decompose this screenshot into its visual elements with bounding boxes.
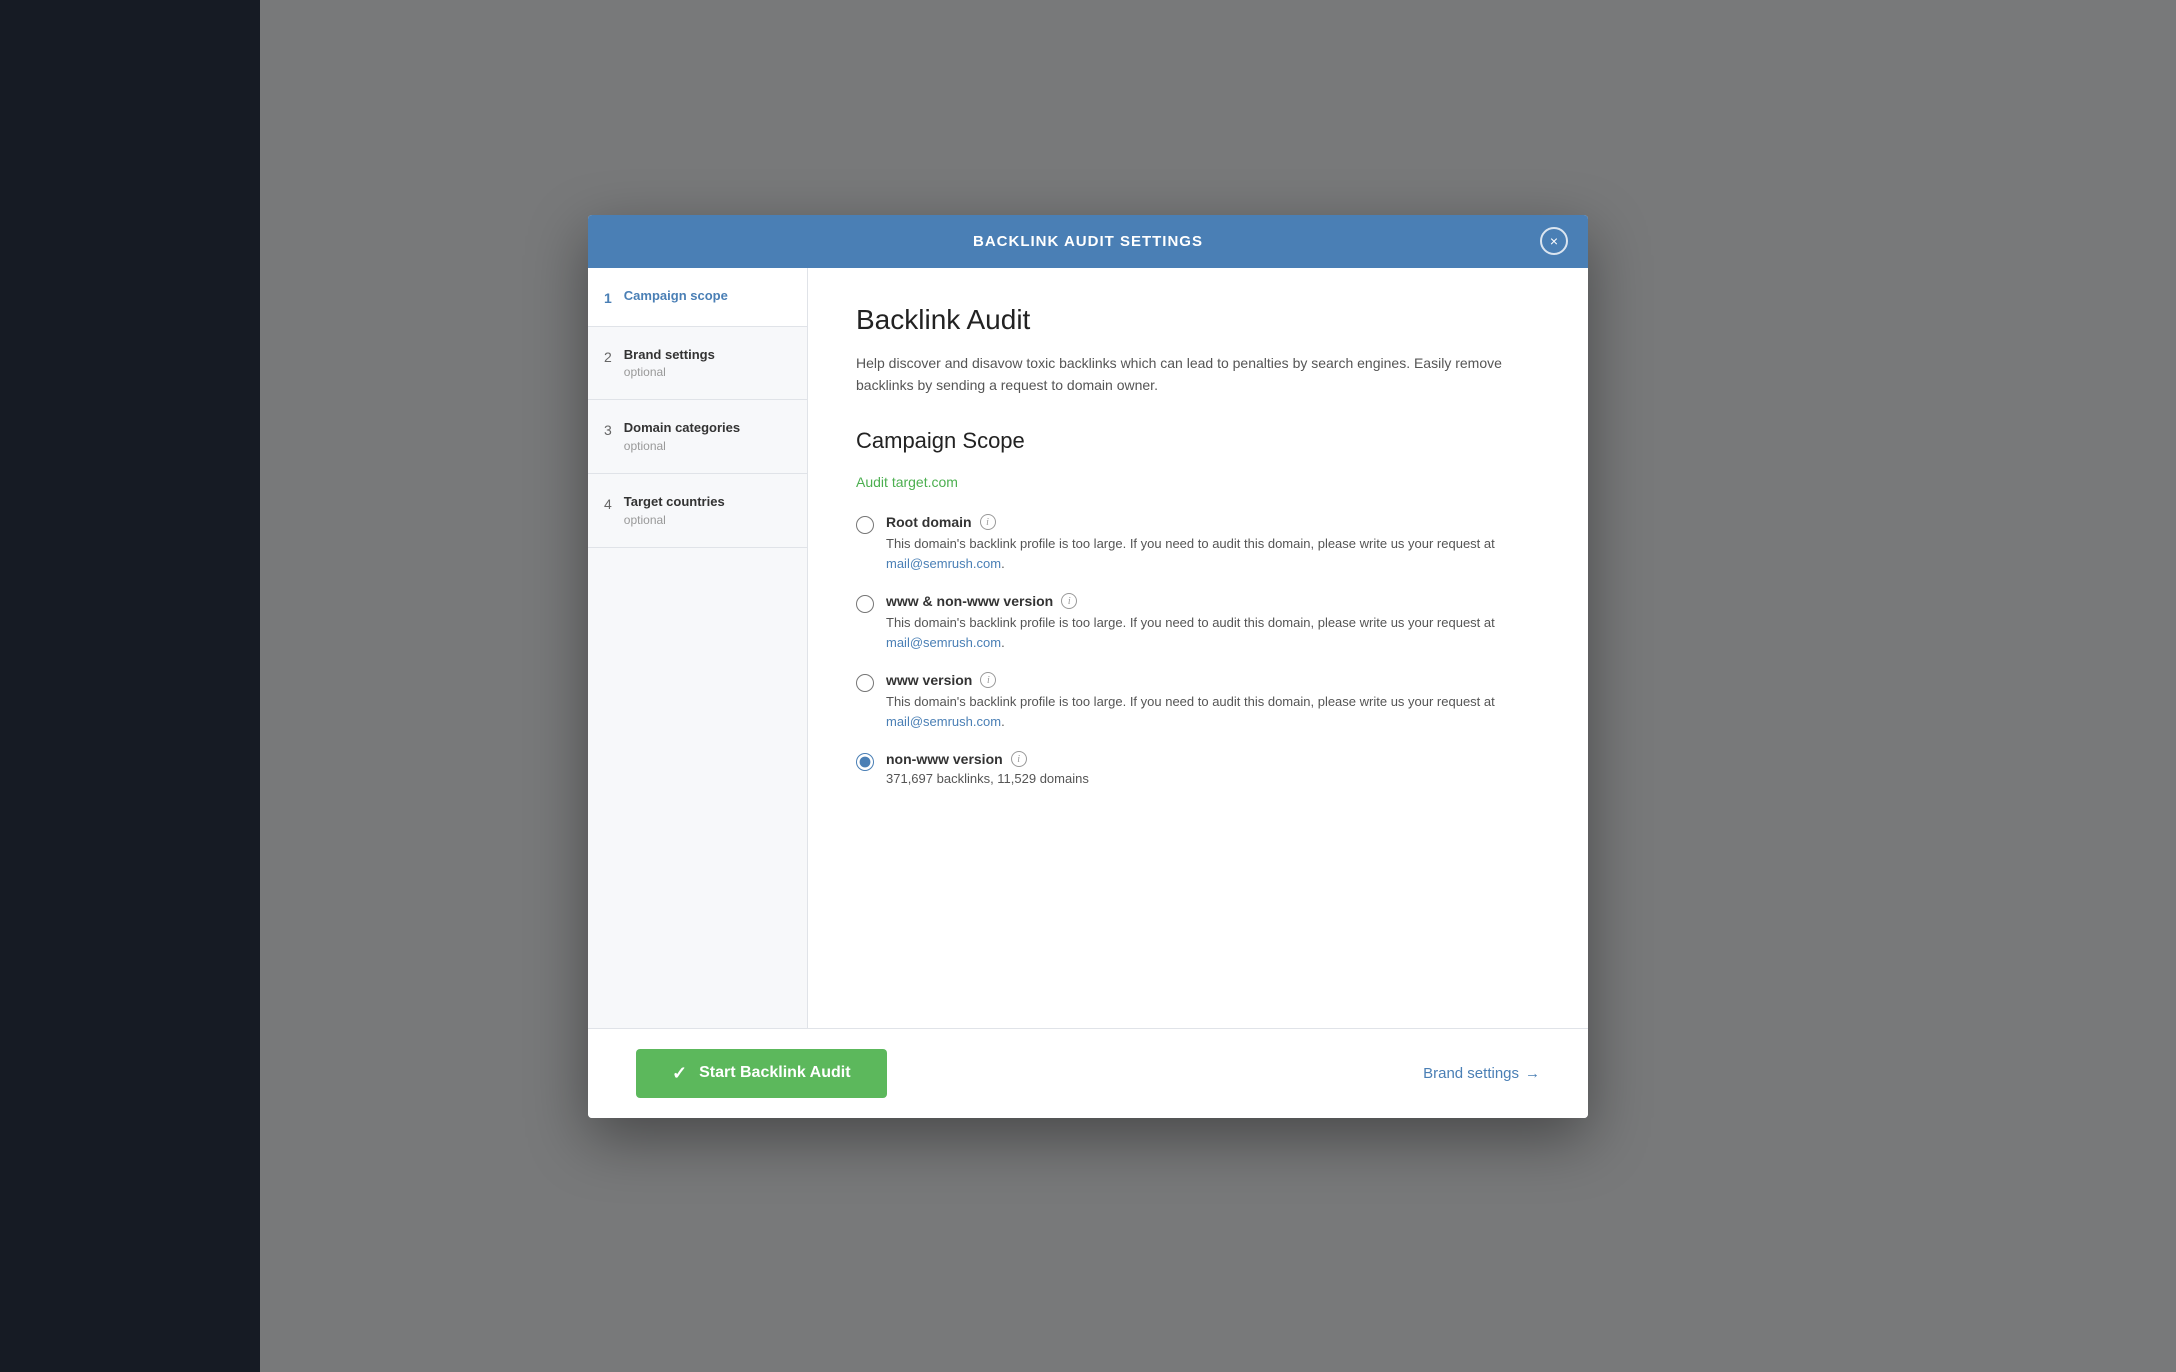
arrow-icon: → [1525, 1065, 1540, 1082]
www-non-www-info-icon[interactable]: i [1061, 593, 1077, 609]
step-4-title: Target countries [624, 494, 725, 511]
close-button[interactable]: × [1540, 227, 1568, 255]
step-4-number: 4 [604, 496, 612, 512]
radio-root-domain-label[interactable]: Root domain [886, 514, 972, 530]
step-4-subtitle: optional [624, 513, 725, 527]
start-audit-label: Start Backlink Audit [699, 1064, 850, 1082]
steps-sidebar: 1 Campaign scope 2 Brand settings option… [588, 268, 808, 1028]
modal-backdrop: BACKLINK AUDIT SETTINGS × 1 Campaign sco… [0, 0, 2176, 1372]
brand-settings-link-label: Brand settings [1423, 1065, 1519, 1082]
start-audit-button[interactable]: ✓ Start Backlink Audit [636, 1049, 887, 1098]
root-domain-email-link[interactable]: mail@semrush.com [886, 556, 1001, 571]
step-2-title: Brand settings [624, 347, 715, 364]
audit-domain: target.com [892, 474, 958, 490]
radio-www-version-description: This domain's backlink profile is too la… [886, 692, 1540, 731]
radio-non-www-version-label-line: non-www version i [886, 751, 1089, 767]
modal-header: BACKLINK AUDIT SETTINGS × [588, 215, 1588, 268]
radio-www-non-www-group: www & non-www version i This domain's ba… [886, 593, 1540, 652]
radio-root-domain: Root domain i This domain's backlink pro… [856, 514, 1540, 573]
radio-root-domain-input[interactable] [856, 516, 874, 534]
section-title: Campaign Scope [856, 428, 1540, 454]
radio-www-non-www-description: This domain's backlink profile is too la… [886, 613, 1540, 652]
root-domain-info-icon[interactable]: i [980, 514, 996, 530]
radio-www-version-label-line: www version i [886, 672, 1540, 688]
modal-footer: ✓ Start Backlink Audit Brand settings → [588, 1028, 1588, 1118]
radio-non-www-version-label[interactable]: non-www version [886, 751, 1003, 767]
step-3[interactable]: 3 Domain categories optional [588, 400, 807, 474]
radio-www-non-www-label[interactable]: www & non-www version [886, 593, 1053, 609]
modal-content: Backlink Audit Help discover and disavow… [808, 268, 1588, 1028]
radio-root-domain-group: Root domain i This domain's backlink pro… [886, 514, 1540, 573]
step-1-labels: Campaign scope [624, 288, 728, 305]
step-3-number: 3 [604, 422, 612, 438]
radio-www-non-www-input[interactable] [856, 595, 874, 613]
radio-www-version-group: www version i This domain's backlink pro… [886, 672, 1540, 731]
checkmark-icon: ✓ [672, 1063, 687, 1084]
step-4-labels: Target countries optional [624, 494, 725, 527]
modal-body: 1 Campaign scope 2 Brand settings option… [588, 268, 1588, 1028]
radio-non-www-version-group: non-www version i 371,697 backlinks, 11,… [886, 751, 1089, 786]
step-1-number: 1 [604, 290, 612, 306]
step-1[interactable]: 1 Campaign scope [588, 268, 807, 327]
step-3-subtitle: optional [624, 439, 740, 453]
www-version-email-link[interactable]: mail@semrush.com [886, 714, 1001, 729]
step-2[interactable]: 2 Brand settings optional [588, 327, 807, 401]
radio-www-non-www: www & non-www version i This domain's ba… [856, 593, 1540, 652]
audit-label: Audit [856, 474, 888, 490]
audit-target-line: Audit target.com [856, 474, 1540, 490]
step-1-title: Campaign scope [624, 288, 728, 305]
radio-non-www-version-input[interactable] [856, 753, 874, 771]
radio-root-domain-description: This domain's backlink profile is too la… [886, 534, 1540, 573]
step-3-title: Domain categories [624, 420, 740, 437]
page-description: Help discover and disavow toxic backlink… [856, 352, 1540, 397]
radio-non-www-version-stats: 371,697 backlinks, 11,529 domains [886, 771, 1089, 786]
www-non-www-email-link[interactable]: mail@semrush.com [886, 635, 1001, 650]
step-2-labels: Brand settings optional [624, 347, 715, 380]
radio-root-domain-label-line: Root domain i [886, 514, 1540, 530]
brand-settings-link[interactable]: Brand settings → [1423, 1065, 1540, 1082]
step-2-subtitle: optional [624, 365, 715, 379]
step-3-labels: Domain categories optional [624, 420, 740, 453]
radio-www-version-label[interactable]: www version [886, 672, 972, 688]
radio-non-www-version: non-www version i 371,697 backlinks, 11,… [856, 751, 1540, 786]
radio-www-version-input[interactable] [856, 674, 874, 692]
www-version-info-icon[interactable]: i [980, 672, 996, 688]
step-2-number: 2 [604, 349, 612, 365]
non-www-version-info-icon[interactable]: i [1011, 751, 1027, 767]
close-icon: × [1550, 233, 1558, 249]
radio-www-version: www version i This domain's backlink pro… [856, 672, 1540, 731]
modal-title: BACKLINK AUDIT SETTINGS [973, 233, 1203, 250]
step-4[interactable]: 4 Target countries optional [588, 474, 807, 548]
page-title: Backlink Audit [856, 304, 1540, 336]
radio-www-non-www-label-line: www & non-www version i [886, 593, 1540, 609]
modal: BACKLINK AUDIT SETTINGS × 1 Campaign sco… [588, 215, 1588, 1118]
